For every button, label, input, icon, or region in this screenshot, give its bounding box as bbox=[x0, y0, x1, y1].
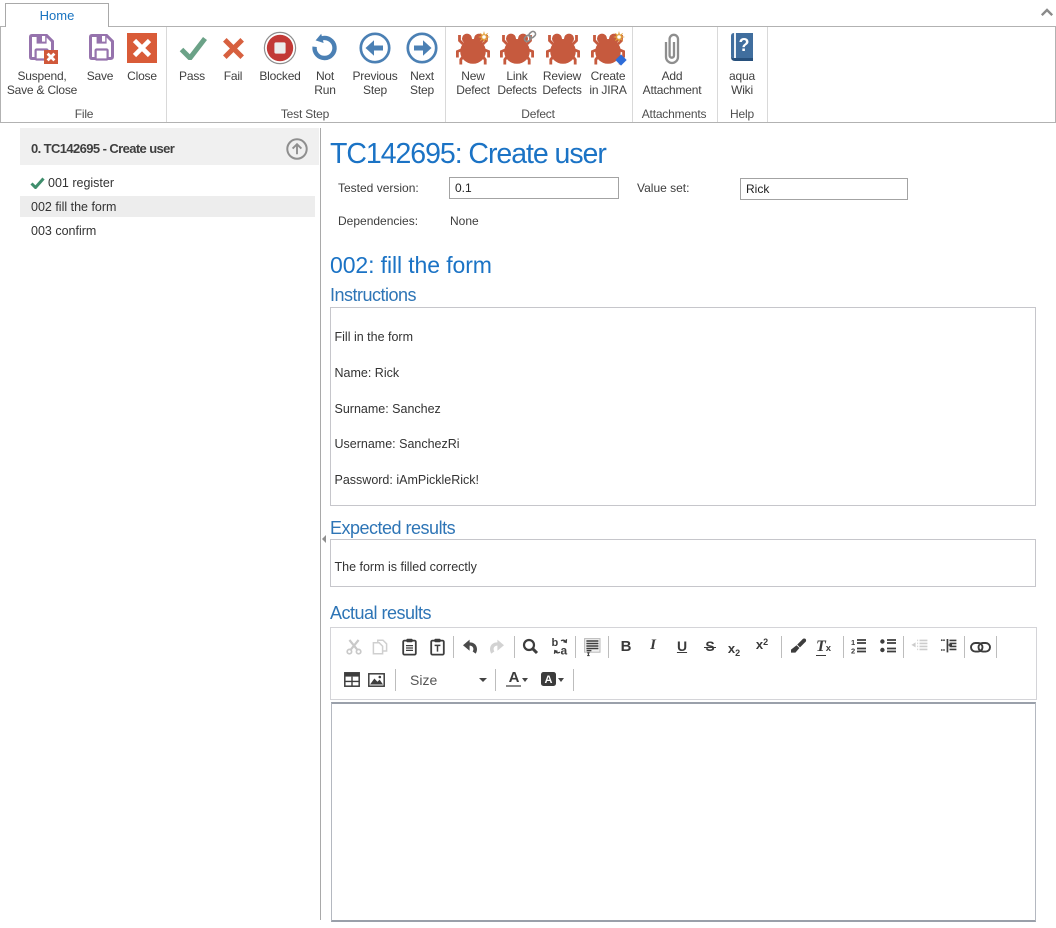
svg-text:2: 2 bbox=[851, 647, 855, 656]
svg-text:b: b bbox=[552, 637, 559, 649]
svg-text:a: a bbox=[561, 644, 568, 657]
svg-text:?: ? bbox=[739, 35, 750, 55]
